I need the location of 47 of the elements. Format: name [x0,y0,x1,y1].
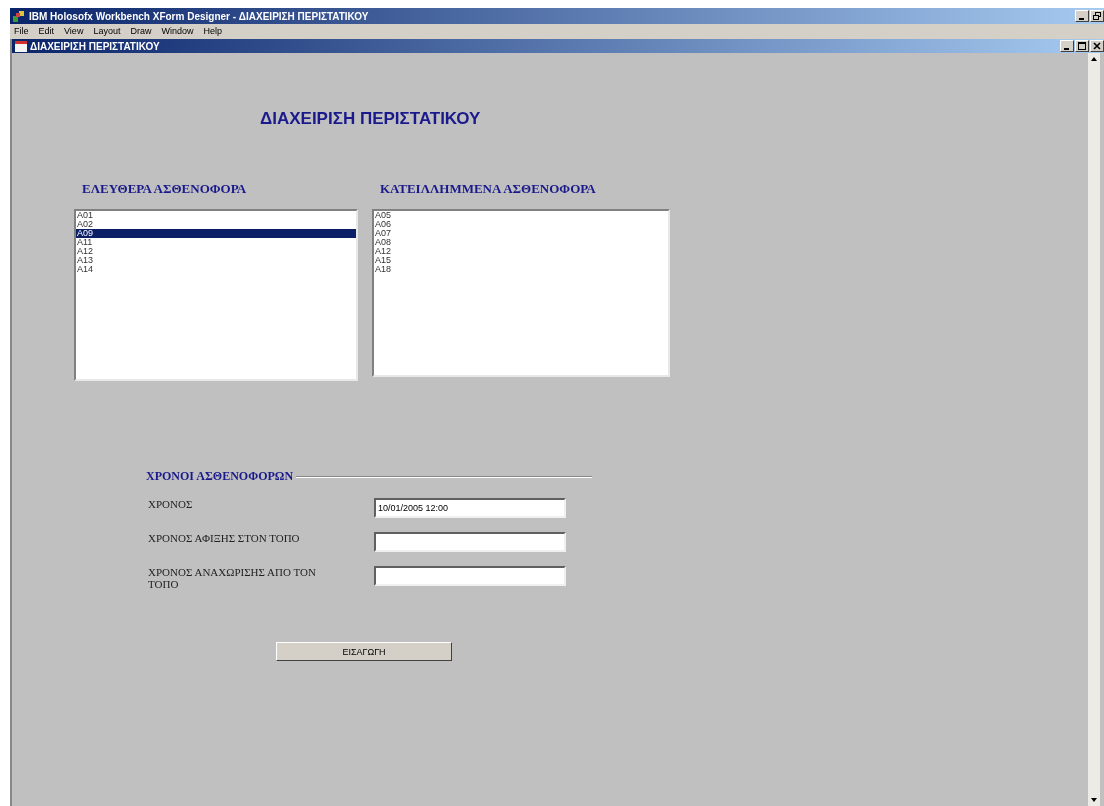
list-item[interactable]: A12 [374,247,668,256]
list-item[interactable]: A14 [76,265,356,274]
menu-item[interactable]: Window [161,26,194,36]
list-item[interactable]: A08 [374,238,668,247]
list-label: ΕΛΕΥΘΕΡΑ ΑΣΘΕΝΟΦΟΡΑ [82,181,248,197]
minimize-button[interactable] [1075,10,1089,22]
form-icon [15,40,27,52]
menu-item[interactable]: Help [203,26,222,36]
close-icon [1093,42,1101,50]
minimize-button[interactable] [1060,40,1074,52]
menu-item[interactable]: Draw [130,26,152,36]
field-label: ΧΡΟΝΟΣ ΑΝΑΧΩΡΙΣΗΣ ΑΠΟ ΤΟΝ ΤΟΠΟ [147,566,317,590]
restore-icon [1093,12,1101,20]
maximize-button[interactable] [1075,40,1089,52]
input-field[interactable] [374,532,566,552]
list-item[interactable]: A09 [76,229,356,238]
group-title: ΧΡΟΝΟΙ ΑΣΘΕΝΟΦΟΡΩΝ [145,469,294,484]
submit-button[interactable]: ΕΙΣΑΓΩΓΗ [276,642,452,661]
list-item[interactable]: A02 [76,220,356,229]
list-label: ΚΑΤΕΙΛΛΗΜΜΕΝΑ ΑΣΘΕΝΟΦΟΡΑ [380,181,597,197]
list-item[interactable]: A12 [76,247,356,256]
list-item[interactable]: A01 [76,211,356,220]
list-box[interactable]: A05 A06 A07 A08 A12 A15 A18 [372,209,670,377]
field-label: ΧΡΟΝΟΣ ΑΦΙΞΗΣ ΣΤΟΝ ΤΟΠΟ [147,532,301,544]
restore-button[interactable] [1090,10,1104,22]
list-item[interactable]: A11 [76,238,356,247]
menu-item[interactable]: File [14,26,29,36]
input-field[interactable]: 10/01/2005 12:00 [374,498,566,518]
list-item[interactable]: A15 [374,256,668,265]
list-box[interactable]: A01 A02 A09 A11 A12 A13 A14 [74,209,358,381]
menu-item[interactable]: Layout [93,26,121,36]
list-item[interactable]: A05 [374,211,668,220]
list-item[interactable]: A06 [374,220,668,229]
app-icon [12,9,26,23]
document-title: ΔΙΑΧΕΙΡΙΣΗ ΠΕΡΙΣΤΑΤΙΚΟΥ [30,40,160,52]
list-item[interactable]: A07 [374,229,668,238]
window-title: IBM Holosofx Workbench XForm Designer - ΔΙΑΧΕΙΡΙΣΗ ΠΕΡΙΣΤΑΤΙΚΟΥ [29,10,369,22]
scrollbar[interactable] [1088,53,1100,806]
form-heading: ΔΙΑΧΕΙΡΙΣΗ ΠΕΡΙΣΤΑΤΙΚΟΥ [260,109,482,129]
field-label: ΧΡΟΝΟΣ [147,498,194,510]
close-button[interactable] [1090,40,1104,52]
list-item[interactable]: A18 [374,265,668,274]
list-item[interactable]: A13 [76,256,356,265]
menu-item[interactable]: View [64,26,84,36]
input-field[interactable] [374,566,566,586]
maximize-icon [1078,42,1086,50]
menu-item[interactable]: Edit [38,26,55,36]
